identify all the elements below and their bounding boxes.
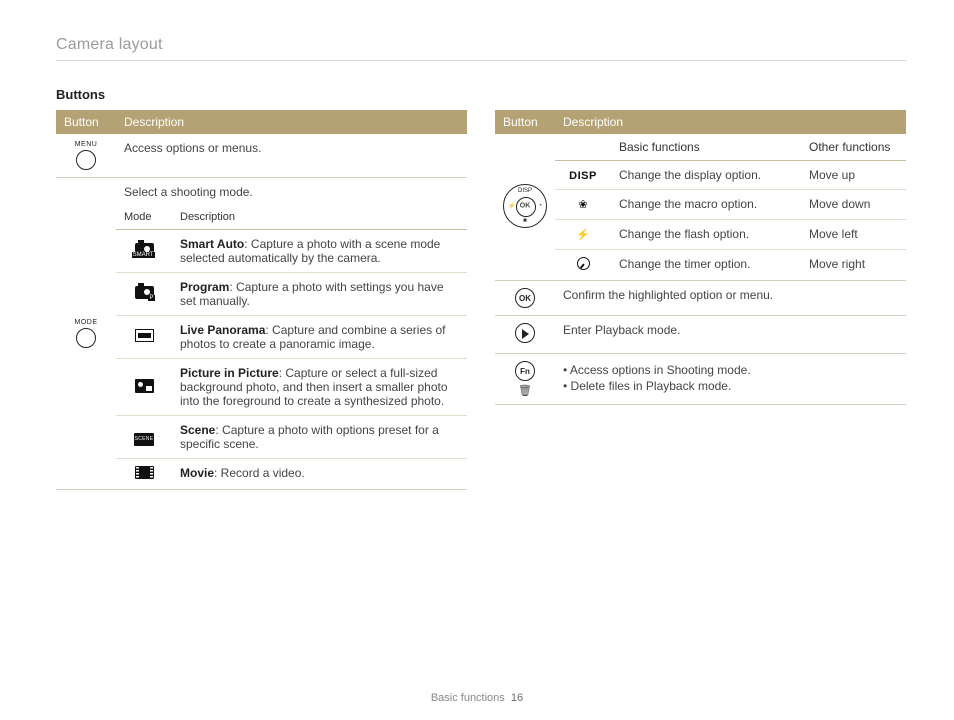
play-desc: Enter Playback mode. (555, 316, 906, 354)
trash-icon: 🗑 (503, 384, 547, 397)
left-table-header: Button Description (56, 110, 467, 134)
right-table: Button Description DISP ❀ ⚡ ◔ OK (495, 110, 906, 405)
macro-icon: ❀ (555, 190, 611, 220)
footer-section: Basic functions (431, 692, 505, 704)
disp-basic: Change the display option. (611, 161, 801, 190)
scene-desc: Scene: Capture a photo with options pres… (172, 416, 467, 459)
disp-icon: DISP (555, 161, 611, 190)
mode-row-program: P Program: Capture a photo with settings… (116, 273, 467, 316)
dpad-row-timer: Change the timer option. Move right (555, 250, 906, 281)
footer-page: 16 (511, 692, 523, 704)
flash-other: Move left (801, 220, 906, 250)
ok-desc: Confirm the highlighted option or menu. (555, 281, 906, 316)
panorama-desc: Live Panorama: Capture and combine a ser… (172, 316, 467, 359)
panorama-icon (116, 316, 172, 359)
menu-button-icon-cell: MENU (56, 134, 116, 178)
pip-icon (116, 359, 172, 416)
right-table-header: Button Description (495, 110, 906, 134)
mode-row-scene: SCENE Scene: Capture a photo with option… (116, 416, 467, 459)
play-icon-cell (495, 316, 555, 354)
fn-list: Access options in Shooting mode. Delete … (563, 363, 898, 393)
fn-desc: Access options in Shooting mode. Delete … (555, 354, 906, 405)
dpad-row-macro: ❀ Change the macro option. Move down (555, 190, 906, 220)
smart-auto-icon: SMART (116, 230, 172, 273)
row-play: Enter Playback mode. (495, 316, 906, 354)
right-column: Button Description DISP ❀ ⚡ ◔ OK (495, 110, 906, 490)
dpad-icon: DISP ❀ ⚡ ◔ OK (503, 184, 547, 228)
flash-icon: ⚡ (555, 220, 611, 250)
hdr-description: Description (116, 110, 467, 134)
dpad-table: Basic functions Other functions DISP Cha… (555, 134, 906, 280)
timer-other: Move right (801, 250, 906, 281)
disp-other: Move up (801, 161, 906, 190)
fn-icon-cell: Fn 🗑 (495, 354, 555, 405)
content-columns: Button Description MENU Access options o… (56, 110, 906, 490)
hdr-button: Button (56, 110, 116, 134)
left-column: Button Description MENU Access options o… (56, 110, 467, 490)
mode-table-header: Mode Description (116, 205, 467, 230)
dpad-desc-cell: Basic functions Other functions DISP Cha… (555, 134, 906, 281)
flash-basic: Change the flash option. (611, 220, 801, 250)
mode-row-panorama: Live Panorama: Capture and combine a ser… (116, 316, 467, 359)
row-mode: MODE Select a shooting mode. Mode Descri… (56, 178, 467, 490)
mode-row-movie: Movie: Record a video. (116, 459, 467, 490)
timer-basic: Change the timer option. (611, 250, 801, 281)
ok-icon-cell: OK (495, 281, 555, 316)
program-desc: Program: Capture a photo with settings y… (172, 273, 467, 316)
mode-icon-label: MODE (64, 319, 108, 326)
dpad-row-disp: DISP Change the display option. Move up (555, 161, 906, 190)
ok-icon: OK (515, 288, 535, 308)
hdr-description-r: Description (555, 110, 906, 134)
mode-table: Mode Description SMART Smart Auto: Captu… (116, 205, 467, 489)
section-buttons-title: Buttons (56, 87, 906, 102)
fn-item-1: Delete files in Playback mode. (563, 379, 898, 393)
hdr-other: Other functions (801, 134, 906, 161)
mode-row-smart-auto: SMART Smart Auto: Capture a photo with a… (116, 230, 467, 273)
fn-item-0: Access options in Shooting mode. (563, 363, 898, 377)
scene-icon: SCENE (116, 416, 172, 459)
mode-row-pip: Picture in Picture: Capture or select a … (116, 359, 467, 416)
hdr-button-r: Button (495, 110, 555, 134)
menu-desc: Access options or menus. (116, 134, 467, 178)
row-fn: Fn 🗑 Access options in Shooting mode. De… (495, 354, 906, 405)
program-icon: P (116, 273, 172, 316)
menu-button-icon (76, 150, 96, 170)
page-title: Camera layout (56, 36, 906, 61)
dpad-row-flash: ⚡ Change the flash option. Move left (555, 220, 906, 250)
row-ok: OK Confirm the highlighted option or men… (495, 281, 906, 316)
mode-button-icon-cell: MODE (56, 178, 116, 490)
page-footer: Basic functions 16 (0, 692, 954, 704)
row-menu: MENU Access options or menus. (56, 134, 467, 178)
smart-auto-desc: Smart Auto: Capture a photo with a scene… (172, 230, 467, 273)
timer-icon (555, 250, 611, 281)
left-table: Button Description MENU Access options o… (56, 110, 467, 490)
mode-desc-cell: Select a shooting mode. Mode Description… (116, 178, 467, 490)
macro-other: Move down (801, 190, 906, 220)
mode-button-icon (76, 328, 96, 348)
fn-icon: Fn (515, 361, 535, 381)
play-icon (515, 323, 535, 343)
hdr-basic: Basic functions (611, 134, 801, 161)
mode-hdr-desc: Description (172, 205, 467, 230)
mode-hdr-mode: Mode (116, 205, 172, 230)
macro-basic: Change the macro option. (611, 190, 801, 220)
pip-desc: Picture in Picture: Capture or select a … (172, 359, 467, 416)
dpad-sub-header: Basic functions Other functions (555, 134, 906, 161)
row-dpad: DISP ❀ ⚡ ◔ OK Basic functions Other func… (495, 134, 906, 281)
dpad-icon-cell: DISP ❀ ⚡ ◔ OK (495, 134, 555, 281)
movie-icon (116, 459, 172, 490)
menu-icon-label: MENU (64, 141, 108, 148)
movie-desc: Movie: Record a video. (172, 459, 467, 490)
mode-intro: Select a shooting mode. (116, 178, 467, 205)
